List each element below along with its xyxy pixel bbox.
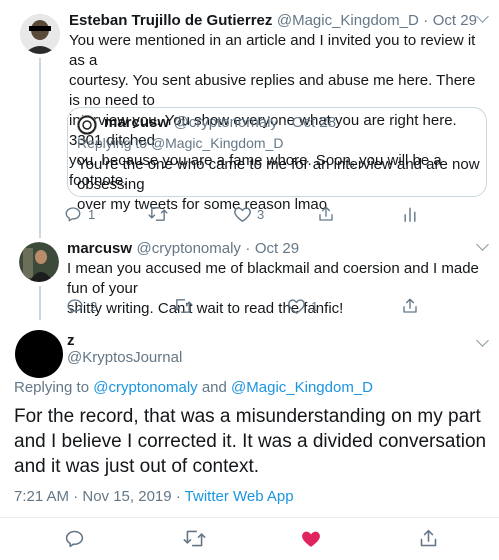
share-icon	[420, 529, 437, 547]
like-button[interactable]	[233, 205, 252, 223]
tweet-date[interactable]: Oct 29	[255, 240, 299, 257]
tweet-text-line: You were mentioned in an article and I i…	[69, 32, 476, 69]
main-author-name[interactable]: z	[67, 332, 75, 349]
avatar-esteban[interactable]	[20, 14, 60, 54]
tweet1-actions: 1 3	[0, 205, 499, 227]
tweet1-header: Esteban Trujillo de Gutierrez @Magic_Kin…	[69, 12, 479, 30]
quote-text-line: You're the one who came to me for an int…	[77, 156, 480, 193]
retweet-icon	[148, 207, 168, 221]
tweet2-actions: 2 1	[0, 297, 499, 319]
share-button[interactable]	[317, 205, 335, 223]
retweet-button[interactable]	[173, 297, 193, 315]
main-timestamp: 7:21 AM · Nov 15, 2019 · Twitter Web App	[14, 488, 294, 505]
reply-button[interactable]	[64, 528, 85, 549]
avatar-z[interactable]	[15, 330, 63, 378]
tweet2-header: marcusw @cryptonomaly · Oct 29	[67, 240, 477, 258]
reply-count: 1	[88, 207, 96, 222]
author-name[interactable]: marcusw	[67, 240, 132, 257]
reply-count: 2	[90, 299, 98, 314]
author-handle[interactable]: @Magic_Kingdom_D	[277, 12, 419, 29]
main-author-handle[interactable]: @KryptosJournal	[67, 349, 182, 366]
tweet-text-line: For the record, that was a misunderstand…	[14, 406, 481, 427]
reply-icon	[65, 207, 81, 222]
quote-avatar	[77, 115, 97, 135]
retweet-icon	[183, 530, 206, 547]
reply-button[interactable]	[64, 205, 82, 223]
reply-icon	[65, 530, 84, 548]
tweet-text-line: I mean you accused me of blackmail and c…	[67, 260, 479, 297]
heart-icon-liked	[302, 531, 320, 547]
tweet-date[interactable]: Oct 29	[433, 12, 477, 29]
separator-dot: ·	[282, 114, 288, 131]
avatar-marcusw[interactable]	[19, 242, 59, 282]
mention-link[interactable]: @Magic_Kingdom_D	[231, 379, 373, 396]
quote-author-handle: @cryptonomaly	[173, 114, 278, 131]
tweet-text-line: and it was just out of context.	[14, 456, 260, 477]
heart-icon	[288, 299, 305, 314]
author-name[interactable]: Esteban Trujillo de Gutierrez	[69, 12, 272, 29]
share-button[interactable]	[418, 528, 439, 549]
quote-replying-to: Replying to @Magic_Kingdom_D	[77, 135, 284, 151]
share-icon	[319, 206, 333, 221]
tweet-text-line: courtesy. You sent abusive replies and a…	[69, 72, 476, 109]
separator-dot: ·	[245, 240, 251, 257]
source-link[interactable]: Twitter Web App	[185, 488, 294, 505]
chevron-down-icon[interactable]	[476, 334, 489, 347]
retweet-button[interactable]	[183, 528, 206, 549]
main-actions	[0, 528, 499, 552]
separator-dot: ·	[423, 12, 429, 29]
mention-link[interactable]: @cryptonomaly	[93, 379, 197, 396]
like-count: 3	[257, 207, 265, 222]
quote-date: Oct 28	[291, 114, 337, 131]
quote-author-name: marcusw	[104, 114, 170, 131]
retweet-button[interactable]	[148, 205, 168, 223]
reply-icon	[67, 299, 83, 314]
timestamp-text[interactable]: 7:21 AM · Nov 15, 2019 ·	[14, 488, 185, 505]
main-tweet-text: For the record, that was a misunderstand…	[14, 404, 494, 479]
divider	[0, 517, 499, 518]
chevron-down-icon[interactable]	[476, 238, 489, 251]
share-button[interactable]	[401, 297, 419, 315]
analytics-button[interactable]	[402, 205, 418, 223]
analytics-icon	[404, 207, 416, 222]
retweet-icon	[173, 299, 193, 313]
like-button[interactable]	[287, 297, 306, 315]
heart-icon	[234, 207, 251, 222]
quote-tweet[interactable]: marcusw @cryptonomaly · Oct 28 Replying …	[67, 107, 487, 213]
like-button[interactable]	[300, 528, 322, 549]
reply-button[interactable]	[66, 297, 84, 315]
share-icon	[403, 298, 417, 313]
tweet-text-line: and I believe I corrected it. It was a d…	[14, 431, 487, 452]
like-count: 1	[311, 299, 319, 314]
author-handle[interactable]: @cryptonomaly	[137, 240, 241, 257]
main-replying-to: Replying to @cryptonomaly and @Magic_Kin…	[14, 379, 373, 396]
